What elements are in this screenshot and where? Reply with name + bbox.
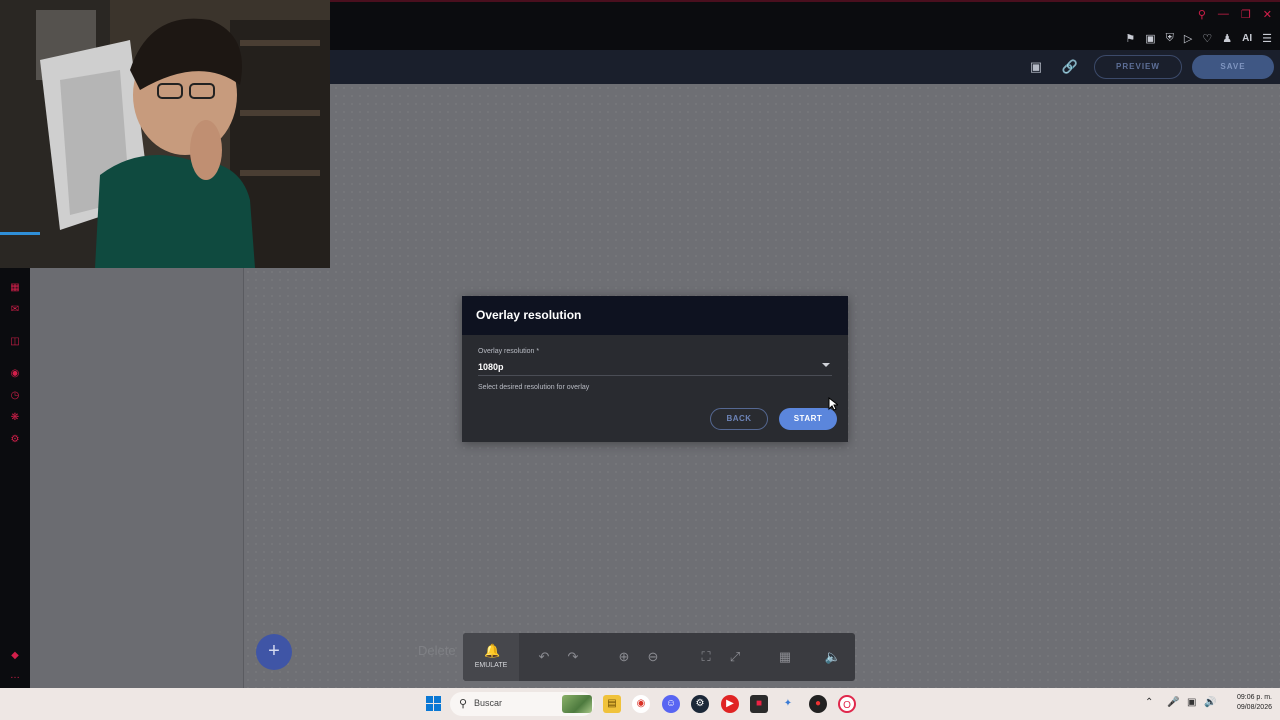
back-button[interactable]: BACK <box>710 408 768 430</box>
news-icon[interactable]: ▦ <box>9 282 21 294</box>
extensions-icon[interactable]: ❋ <box>9 412 21 424</box>
search-placeholder: Buscar <box>474 698 503 708</box>
webcam-image <box>0 0 330 268</box>
youtube-icon[interactable]: ▶ <box>721 695 739 713</box>
canvas-toolbar: 🔔 EMULATE ↶ ↷ ⊕ ⊖ ⛶ ⤢ ▦ 🔈 <box>463 633 855 681</box>
windows-taskbar: ⚲ Buscar ▤ ◉ ☺ ⚙ ▶ ■ ✦ ● O ⌃ 🎤 ▣ 🔊 09:06… <box>0 688 1280 720</box>
window-controls: ⚲ — ❐ ✕ <box>1198 8 1272 21</box>
game-app-icon[interactable]: ■ <box>750 695 768 713</box>
resolution-field-label: Overlay resolution * <box>478 348 540 355</box>
undo-icon[interactable]: ↶ <box>534 647 554 667</box>
mail-icon[interactable]: ✉ <box>9 304 21 316</box>
more-icon[interactable]: … <box>9 670 21 682</box>
start-button[interactable]: START <box>779 408 837 430</box>
layers-panel <box>30 268 244 688</box>
overlay-resolution-dialog: Overlay resolution Overlay resolution * … <box>462 296 848 442</box>
menu-icon[interactable]: ☰ <box>1262 32 1272 45</box>
play-icon[interactable]: ▷ <box>1184 32 1192 45</box>
history-icon[interactable]: ◷ <box>9 390 21 402</box>
mouse-cursor-icon <box>828 397 838 411</box>
taskbar-search[interactable]: ⚲ Buscar <box>450 692 594 716</box>
redo-icon[interactable]: ↷ <box>563 647 583 667</box>
resolution-helper-text: Select desired resolution for overlay <box>478 384 590 391</box>
feather-app-icon[interactable]: ✦ <box>779 695 797 713</box>
shield-icon[interactable]: ⛨ <box>1166 32 1174 45</box>
monitor-icon[interactable]: ▣ <box>1027 58 1045 76</box>
fit-screen-icon[interactable]: ⛶ <box>696 647 716 667</box>
grid-icon[interactable]: ▦ <box>775 647 795 667</box>
emulate-button[interactable]: 🔔 EMULATE <box>463 633 519 681</box>
heart-icon[interactable]: ♡ <box>1202 32 1212 45</box>
twitch-icon[interactable]: ◫ <box>9 336 21 348</box>
search-highlight-image <box>562 695 592 713</box>
shrink-icon[interactable]: ⤢ <box>725 647 745 667</box>
network-icon[interactable]: ▣ <box>1187 697 1196 708</box>
zoom-in-icon[interactable]: ⊕ <box>614 647 634 667</box>
dialog-header: Overlay resolution <box>462 296 848 335</box>
gx-icon[interactable]: ◆ <box>9 650 21 662</box>
system-clock[interactable]: 09:06 p. m. 09/08/2026 <box>1222 693 1272 713</box>
player-icon[interactable]: ◉ <box>9 368 21 380</box>
recording-app-icon[interactable]: ● <box>809 695 827 713</box>
search-icon: ⚲ <box>459 698 468 710</box>
steam-icon[interactable]: ⚙ <box>691 695 709 713</box>
discord-icon[interactable]: ☺ <box>662 695 680 713</box>
resolution-select[interactable]: 1080p <box>478 359 832 376</box>
volume-icon[interactable]: 🔈 <box>823 647 843 667</box>
clock-date: 09/08/2026 <box>1236 704 1272 711</box>
maximize-icon[interactable]: ❐ <box>1241 8 1251 21</box>
profile-icon[interactable]: ♟ <box>1222 32 1232 45</box>
bell-icon: 🔔 <box>484 643 501 658</box>
clock-time: 09:06 p. m. <box>1236 694 1272 701</box>
search-icon[interactable]: ⚲ <box>1198 8 1206 21</box>
browser-sidebar: ▦ ✉ ◫ ◉ ◷ ❋ ⚙ ◆ … <box>0 268 30 688</box>
resolution-selected-value: 1080p <box>478 362 504 372</box>
caret-down-icon <box>822 363 830 367</box>
browser-toolbar: ⚑ ▣ ⛨ ▷ ♡ ♟ AI ☰ <box>1125 32 1272 45</box>
app-header: ▣ 🔗 PREVIEW SAVE <box>330 50 1280 84</box>
file-explorer-icon[interactable]: ▤ <box>603 695 621 713</box>
chevron-up-icon[interactable]: ⌃ <box>1145 697 1153 708</box>
settings-icon[interactable]: ⚙ <box>9 434 21 446</box>
zoom-out-icon[interactable]: ⊖ <box>643 647 663 667</box>
minimize-icon[interactable]: — <box>1218 8 1229 21</box>
windows-start-icon[interactable] <box>426 696 441 711</box>
emulate-label: EMULATE <box>474 662 508 669</box>
delete-hint-text: Delete <box>418 643 456 658</box>
opera-gx-icon[interactable]: O <box>838 695 856 713</box>
pin-icon[interactable]: ⚑ <box>1125 32 1135 45</box>
dialog-title: Overlay resolution <box>476 308 582 322</box>
webcam-feed <box>0 0 330 268</box>
ai-button[interactable]: AI <box>1242 33 1252 44</box>
screenshot-icon[interactable]: ▣ <box>1145 32 1155 45</box>
close-icon[interactable]: ✕ <box>1263 8 1272 21</box>
preview-button[interactable]: PREVIEW <box>1094 55 1182 79</box>
chrome-icon[interactable]: ◉ <box>632 695 650 713</box>
speaker-icon[interactable]: 🔊 <box>1204 697 1216 708</box>
microphone-icon[interactable]: 🎤 <box>1167 697 1179 708</box>
link-icon[interactable]: 🔗 <box>1061 58 1079 76</box>
screen: ⚲ — ❐ ✕ ⚑ ▣ ⛨ ▷ ♡ ♟ AI ☰ ▣ 🔗 PREVIEW SAV… <box>0 0 1280 720</box>
add-widget-button[interactable]: + <box>256 634 292 670</box>
save-button[interactable]: SAVE <box>1192 55 1274 79</box>
